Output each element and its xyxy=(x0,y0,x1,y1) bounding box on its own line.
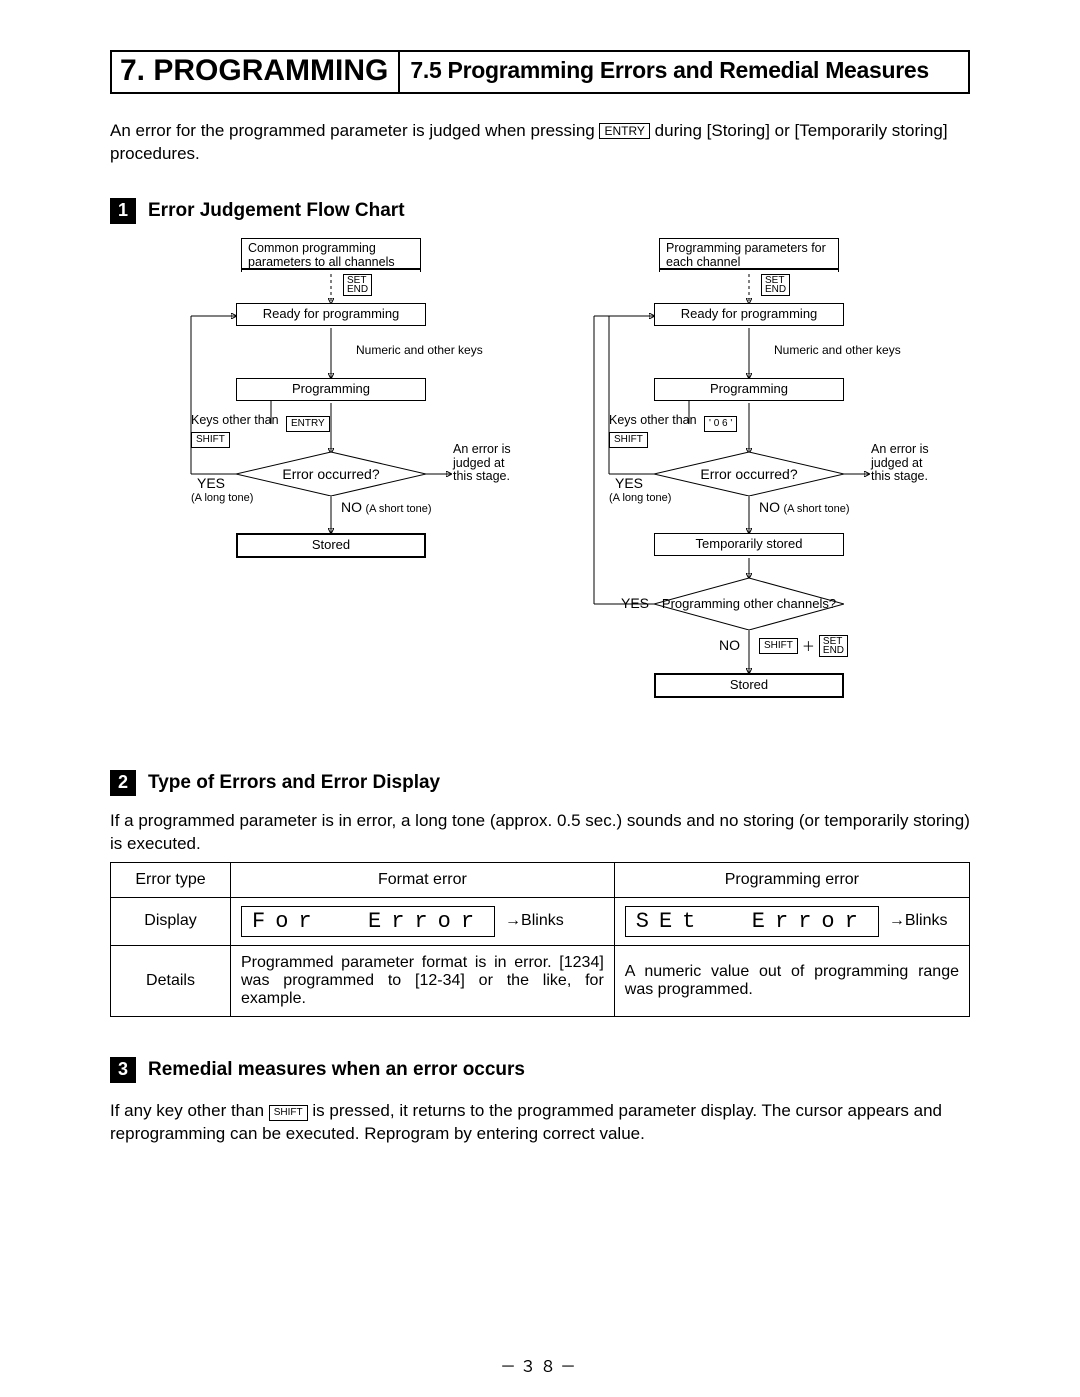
fl-error-q: Error occurred? xyxy=(236,452,426,496)
th-programming-error: Programming error xyxy=(614,862,969,897)
section-3-title: Remedial measures when an error occurs xyxy=(148,1059,525,1081)
intro-text-a: An error for the programmed parameter is… xyxy=(110,121,599,140)
fr-setend-key: SET END xyxy=(761,274,790,296)
fl-setend-bot: END xyxy=(347,285,368,294)
fr-programming-text: Programming xyxy=(710,381,788,396)
fl-error-diamond: Error occurred? xyxy=(236,452,426,496)
s3-shift-key: SHIFT xyxy=(269,1105,308,1121)
chapter-title: 7. PROGRAMMING xyxy=(112,52,400,92)
fr-ready-text: Ready for programming xyxy=(681,306,818,321)
td-format-display: For Error →Blinks xyxy=(231,897,615,945)
fl-shift-key: SHIFT xyxy=(191,432,230,448)
td-prog-display: SEt Error →Blinks xyxy=(614,897,969,945)
fr-programming-box: Programming xyxy=(654,378,844,401)
fr-stored-box: Stored xyxy=(654,673,844,698)
fl-keys-other: Keys other than xyxy=(191,414,279,428)
section-3-badge: 3 xyxy=(110,1057,136,1083)
fr-other-diamond: Programming other channels? xyxy=(654,578,844,630)
fl-no-row: NO (A short tone) xyxy=(341,500,432,516)
section-title: 7.5 Programming Errors and Remedial Meas… xyxy=(400,52,939,92)
flowchart-left: Common programming parameters to all cha… xyxy=(131,238,531,738)
flowcharts-container: Common programming parameters to all cha… xyxy=(110,238,970,738)
fr-plus: ＋ xyxy=(802,636,815,655)
fr-top-box: Programming parameters for each channel xyxy=(659,238,839,272)
s3-text-a: If any key other than xyxy=(110,1101,269,1120)
fr-shift2-key: SHIFT xyxy=(759,638,798,654)
fl-no: NO xyxy=(341,499,362,515)
fl-setend-key: SET END xyxy=(343,274,372,296)
fr-06-display: ' 0 6 ' xyxy=(704,416,737,432)
seg-for-error: For Error xyxy=(241,906,495,937)
fr-ready-box: Ready for programming xyxy=(654,303,844,326)
fr-tempstored-box: Temporarily stored xyxy=(654,533,844,556)
fr-yes: YES xyxy=(615,476,643,491)
section-2-heading: 2 Type of Errors and Error Display xyxy=(110,770,970,796)
th-error-type: Error type xyxy=(111,862,231,897)
td-format-details: Programmed parameter format is in error.… xyxy=(231,945,615,1016)
fr-yes2: YES xyxy=(621,596,649,611)
fr-yes-sub: (A long tone) xyxy=(609,492,671,504)
page-number: －３８－ xyxy=(0,1353,1080,1377)
fl-stored-box: Stored xyxy=(236,533,426,558)
fr-setend2-bot: END xyxy=(823,646,844,655)
fl-top-underline xyxy=(241,268,421,270)
fr-top-underline xyxy=(659,268,839,270)
section-2-title: Type of Errors and Error Display xyxy=(148,772,440,794)
section-1-badge: 1 xyxy=(110,198,136,224)
fl-yes: YES xyxy=(197,476,225,491)
fr-error-q: Error occurred? xyxy=(654,452,844,496)
section-2-badge: 2 xyxy=(110,770,136,796)
fr-no-row: NO (A short tone) xyxy=(759,500,850,516)
section-2-intro: If a programmed parameter is in error, a… xyxy=(110,810,970,856)
blinks-1: →Blinks xyxy=(505,912,564,930)
fl-programming-box: Programming xyxy=(236,378,426,401)
section-1-title: Error Judgement Flow Chart xyxy=(148,200,405,222)
fl-top-text: Common programming parameters to all cha… xyxy=(248,241,414,270)
fl-top-box: Common programming parameters to all cha… xyxy=(241,238,421,272)
page-header: 7. PROGRAMMING 7.5 Programming Errors an… xyxy=(110,50,970,94)
fl-ready-text: Ready for programming xyxy=(263,306,400,321)
fr-tempstored-text: Temporarily stored xyxy=(696,536,803,551)
td-details-label: Details xyxy=(111,945,231,1016)
section-3-paragraph: If any key other than SHIFT is pressed, … xyxy=(110,1100,970,1146)
fl-no-sub: (A short tone) xyxy=(365,503,431,515)
fr-numkeys: Numeric and other keys xyxy=(774,344,901,357)
td-prog-details: A numeric value out of programming range… xyxy=(614,945,969,1016)
fl-stored-text: Stored xyxy=(312,537,350,552)
th-format-error: Format error xyxy=(231,862,615,897)
seg-set-error: SEt Error xyxy=(625,906,879,937)
fl-err-note: An error is judged at this stage. xyxy=(453,443,523,484)
fr-shift-setend-row: SHIFT ＋ SET END xyxy=(759,635,848,657)
fl-programming-text: Programming xyxy=(292,381,370,396)
intro-paragraph: An error for the programmed parameter is… xyxy=(110,120,970,166)
fl-numkeys: Numeric and other keys xyxy=(356,344,483,357)
blinks-2: →Blinks xyxy=(889,912,948,930)
fl-entry-key: ENTRY xyxy=(286,416,330,432)
fr-error-diamond: Error occurred? xyxy=(654,452,844,496)
error-table: Error type Format error Programming erro… xyxy=(110,862,970,1017)
fr-no-sub: (A short tone) xyxy=(783,503,849,515)
fl-ready-box: Ready for programming xyxy=(236,303,426,326)
fr-shift-key: SHIFT xyxy=(609,432,648,448)
fr-no2: NO xyxy=(719,638,740,653)
entry-key: ENTRY xyxy=(599,123,649,139)
fr-other-q: Programming other channels? xyxy=(654,578,844,630)
fr-no: NO xyxy=(759,499,780,515)
td-display-label: Display xyxy=(111,897,231,945)
flowchart-right: Programming parameters for each channel … xyxy=(549,238,949,738)
fr-keys-other: Keys other than xyxy=(609,414,697,428)
fr-stored-text: Stored xyxy=(730,677,768,692)
fl-yes-sub: (A long tone) xyxy=(191,492,253,504)
fr-err-note: An error is judged at this stage. xyxy=(871,443,941,484)
fr-setend-bot: END xyxy=(765,285,786,294)
section-1-heading: 1 Error Judgement Flow Chart xyxy=(110,198,970,224)
fr-top-text: Programming parameters for each channel xyxy=(666,241,832,270)
section-3-heading: 3 Remedial measures when an error occurs xyxy=(110,1057,970,1083)
fr-setend2-key: SET END xyxy=(819,635,848,657)
